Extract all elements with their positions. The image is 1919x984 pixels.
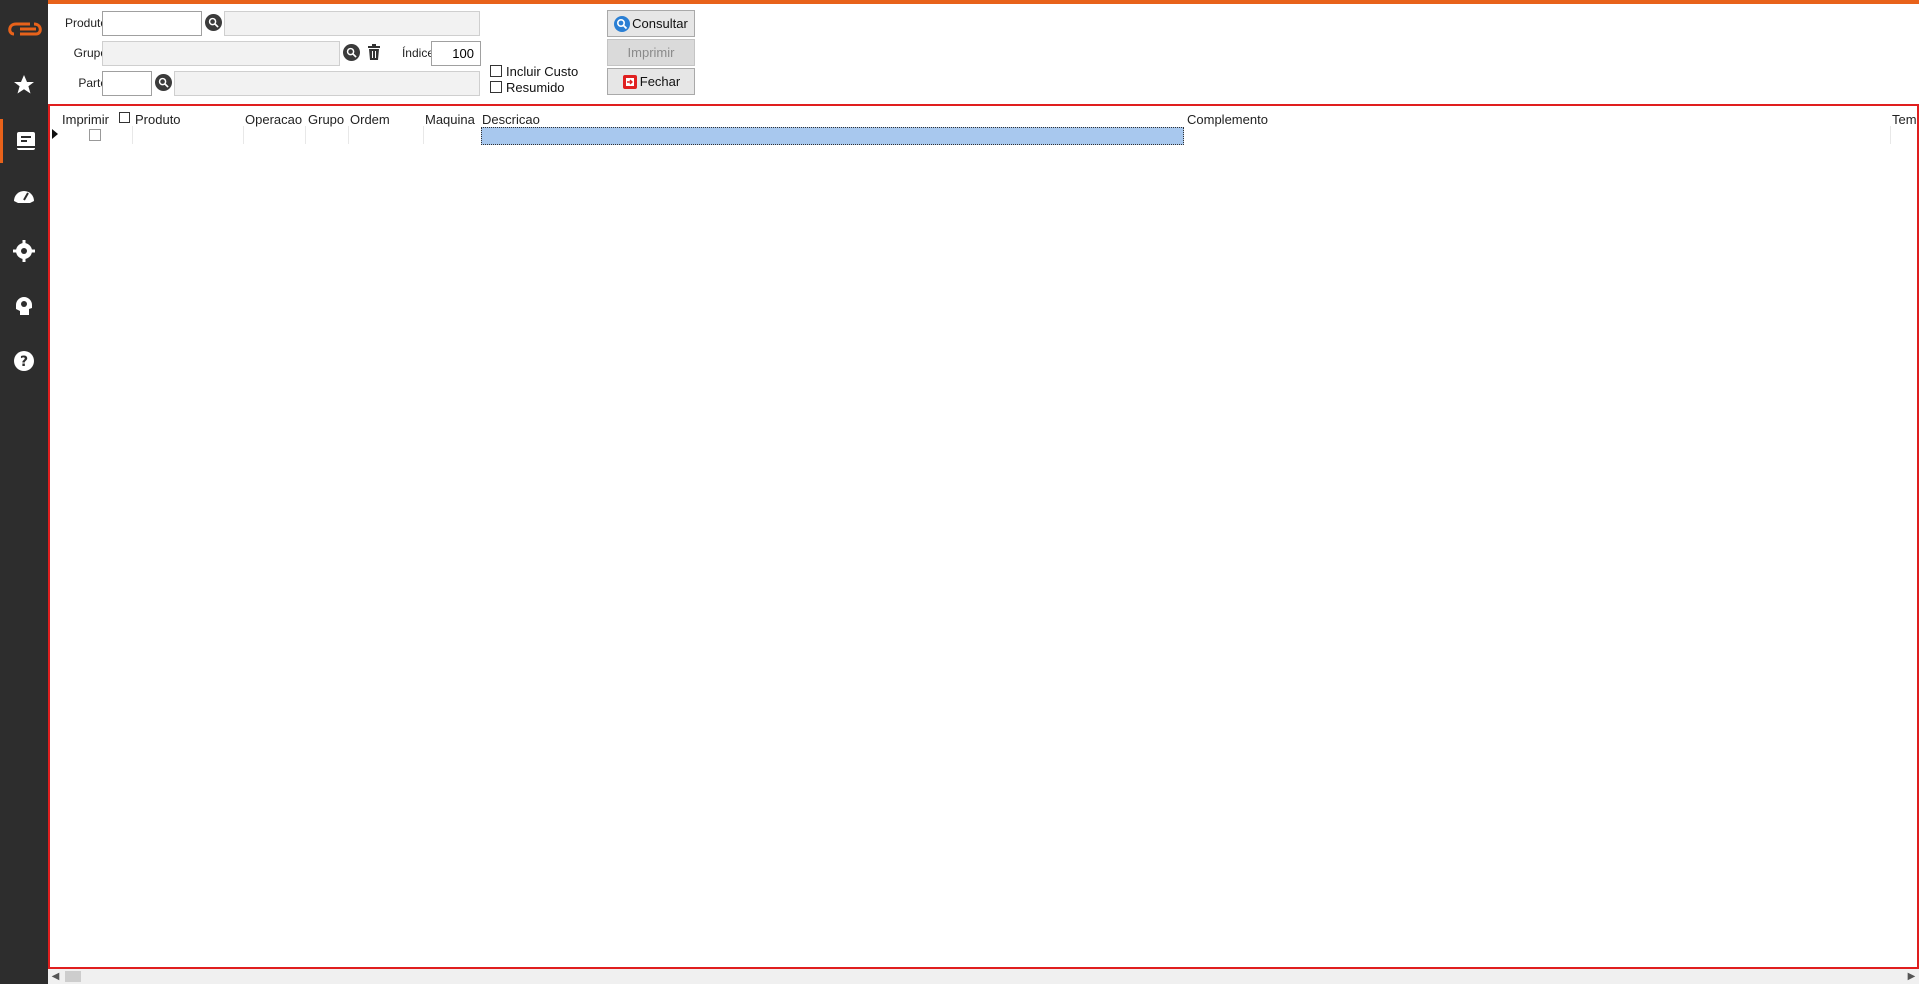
trash-icon[interactable] bbox=[366, 44, 382, 61]
current-row-indicator bbox=[52, 129, 58, 139]
produto-label: Produto bbox=[64, 16, 107, 30]
imprimir-label: Imprimir bbox=[627, 45, 675, 60]
report-icon bbox=[16, 132, 35, 150]
search-icon bbox=[346, 47, 357, 58]
column-separator bbox=[423, 126, 424, 144]
fechar-label: Fechar bbox=[639, 74, 681, 89]
parte-description-field bbox=[174, 71, 480, 96]
produto-description-field bbox=[224, 11, 480, 36]
sidebar-item-help[interactable]: ? bbox=[0, 339, 48, 383]
help-icon: ? bbox=[14, 351, 34, 371]
indice-label: Índice bbox=[401, 46, 434, 60]
column-header-ordem[interactable]: Ordem bbox=[350, 112, 390, 127]
search-icon bbox=[208, 17, 219, 28]
imprimir-button[interactable]: Imprimir bbox=[607, 39, 695, 66]
app-logo[interactable] bbox=[6, 16, 44, 40]
star-icon bbox=[14, 75, 34, 94]
column-separator bbox=[348, 126, 349, 144]
column-header-operacao[interactable]: Operacao bbox=[245, 112, 302, 127]
consultar-button[interactable]: Consultar bbox=[607, 10, 695, 37]
produto-search-button[interactable] bbox=[205, 14, 222, 31]
consultar-label: Consultar bbox=[632, 16, 688, 31]
incluir-custo-checkbox[interactable] bbox=[490, 65, 502, 77]
grupo-search-button[interactable] bbox=[343, 44, 360, 61]
search-icon bbox=[614, 15, 631, 32]
dashboard-icon bbox=[14, 191, 34, 203]
sidebar-item-settings[interactable] bbox=[0, 229, 48, 273]
scroll-left-icon[interactable]: ◀ bbox=[48, 969, 63, 984]
column-header-descricao[interactable]: Descricao bbox=[482, 112, 540, 127]
horizontal-scrollbar[interactable]: ◀ ▶ bbox=[48, 969, 1919, 984]
gear-icon bbox=[13, 240, 35, 262]
grupo-field[interactable] bbox=[102, 41, 340, 66]
incluir-custo-label: Incluir Custo bbox=[506, 64, 579, 79]
column-separator bbox=[305, 126, 306, 144]
search-icon bbox=[158, 77, 169, 88]
select-all-checkbox[interactable] bbox=[119, 112, 130, 123]
fechar-button[interactable]: Fechar bbox=[607, 68, 695, 95]
row-imprimir-checkbox[interactable] bbox=[89, 129, 101, 141]
scrollbar-thumb[interactable] bbox=[65, 971, 81, 982]
parte-search-button[interactable] bbox=[155, 74, 172, 91]
filter-form: Produto Grupo Índice Parte Incluir Custo… bbox=[48, 4, 1919, 104]
sidebar-item-reports[interactable] bbox=[0, 119, 48, 163]
parte-label: Parte bbox=[78, 76, 107, 90]
indice-input[interactable] bbox=[431, 41, 481, 66]
sidebar: ? bbox=[0, 0, 48, 984]
column-header-produto[interactable]: Produto bbox=[135, 112, 181, 127]
grupo-label: Grupo bbox=[73, 46, 107, 60]
parte-code-input[interactable] bbox=[102, 71, 152, 96]
column-header-imprimir[interactable]: Imprimir bbox=[62, 112, 109, 127]
results-grid[interactable]: Imprimir Produto Operacao Grupo Ordem Ma… bbox=[48, 104, 1919, 969]
column-header-complemento[interactable]: Complemento bbox=[1187, 112, 1268, 127]
resumido-checkbox[interactable] bbox=[490, 81, 502, 93]
column-separator bbox=[132, 126, 133, 144]
scroll-right-icon[interactable]: ▶ bbox=[1904, 969, 1919, 984]
sidebar-item-dashboard[interactable] bbox=[0, 175, 48, 219]
svg-text:?: ? bbox=[20, 354, 28, 370]
selected-cell-descricao[interactable] bbox=[481, 127, 1184, 145]
column-separator bbox=[1890, 126, 1891, 144]
sidebar-item-favorites[interactable] bbox=[0, 63, 48, 107]
sidebar-item-intelligence[interactable] bbox=[0, 284, 48, 328]
column-header-tempo[interactable]: Tem bbox=[1892, 112, 1917, 127]
head-gear-icon bbox=[16, 297, 32, 315]
resumido-label: Resumido bbox=[506, 80, 565, 95]
produto-code-input[interactable] bbox=[102, 11, 202, 36]
column-separator bbox=[243, 126, 244, 144]
exit-icon bbox=[622, 74, 638, 90]
column-header-grupo[interactable]: Grupo bbox=[308, 112, 344, 127]
column-header-maquina[interactable]: Maquina bbox=[425, 112, 475, 127]
